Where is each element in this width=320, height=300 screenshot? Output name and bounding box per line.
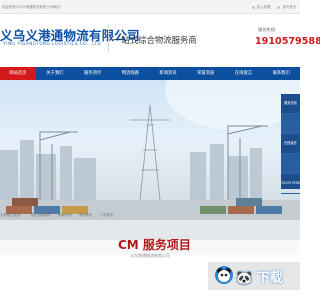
panda-icon — [215, 266, 233, 284]
floating-blank-1 — [281, 114, 300, 134]
section-title: CM 服务项目 — [118, 238, 191, 252]
nav-item-contact[interactable]: 联系我们 — [262, 67, 300, 80]
top-bar: 欢迎来到义乌义港通物流有限公司网站！ 加入收藏 设为首页 — [0, 0, 300, 14]
slogan: 一站式综合物流服务商 — [113, 35, 197, 45]
hotline-label: 服务热线： — [258, 27, 279, 32]
hot-search-link[interactable]: 国际物流 — [79, 213, 93, 217]
nav-item-message[interactable]: 在线留言 — [225, 67, 263, 80]
top-links: 加入收藏 设为首页 — [246, 4, 296, 9]
nav-item-routes[interactable]: 物流线路 — [111, 67, 149, 80]
nav-item-home[interactable]: 网站首页 — [0, 67, 36, 80]
floating-blank-2 — [281, 154, 300, 174]
hero-banner — [0, 80, 300, 255]
welcome-text: 欢迎来到义乌义港通物流有限公司网站！ — [2, 5, 64, 9]
set-homepage-link[interactable]: 设为首页 — [277, 5, 296, 9]
nav-item-about[interactable]: 关于我们 — [36, 67, 74, 80]
logo-subtitle: YIWU YIGANGTONG LOGISTICS CO., LTD — [3, 41, 102, 46]
header-divider — [108, 25, 109, 52]
header: 义乌义港通物流有限公司 YIWU YIGANGTONG LOGISTICS CO… — [0, 14, 320, 64]
floating-hotline[interactable]: 服务热线 — [281, 94, 300, 114]
hotline-number: 1910579588 — [255, 36, 320, 47]
nav-item-news[interactable]: 新闻资讯 — [149, 67, 187, 80]
hot-search-bar: 大家都在搜索： 物流运输服务 搬家物流 国际物流 广州物流 — [0, 212, 300, 220]
section-subtitle: 义乌港通物流有限公司 — [130, 253, 170, 258]
main-nav: 网站首页 关于我们 服务项目 物流线路 新闻资讯 荣誉资质 在线留言 联系我们 — [0, 67, 300, 80]
floating-message[interactable]: 在线留言 — [281, 134, 300, 154]
watermark-text: 🐼 下载 — [236, 271, 283, 286]
hot-search-label: 大家都在搜索： — [0, 213, 24, 217]
watermark: 🐼 下载 — [208, 262, 300, 290]
floating-phone[interactable]: 1910579588 — [281, 174, 300, 194]
hot-search-link[interactable]: 物流运输服务 — [31, 213, 51, 217]
floating-service-bar: 服务热线 在线留言 1910579588 — [281, 94, 300, 194]
nav-item-services[interactable]: 服务项目 — [74, 67, 112, 80]
section-heading: CM 服务项目 义乌港通物流有限公司 — [108, 236, 208, 286]
banner-image — [0, 80, 300, 255]
hot-search-link[interactable]: 搬家物流 — [58, 213, 72, 217]
add-favorite-link[interactable]: 加入收藏 — [252, 5, 271, 9]
hot-search-link[interactable]: 广州物流 — [100, 213, 114, 217]
nav-item-honors[interactable]: 荣誉资质 — [187, 67, 225, 80]
